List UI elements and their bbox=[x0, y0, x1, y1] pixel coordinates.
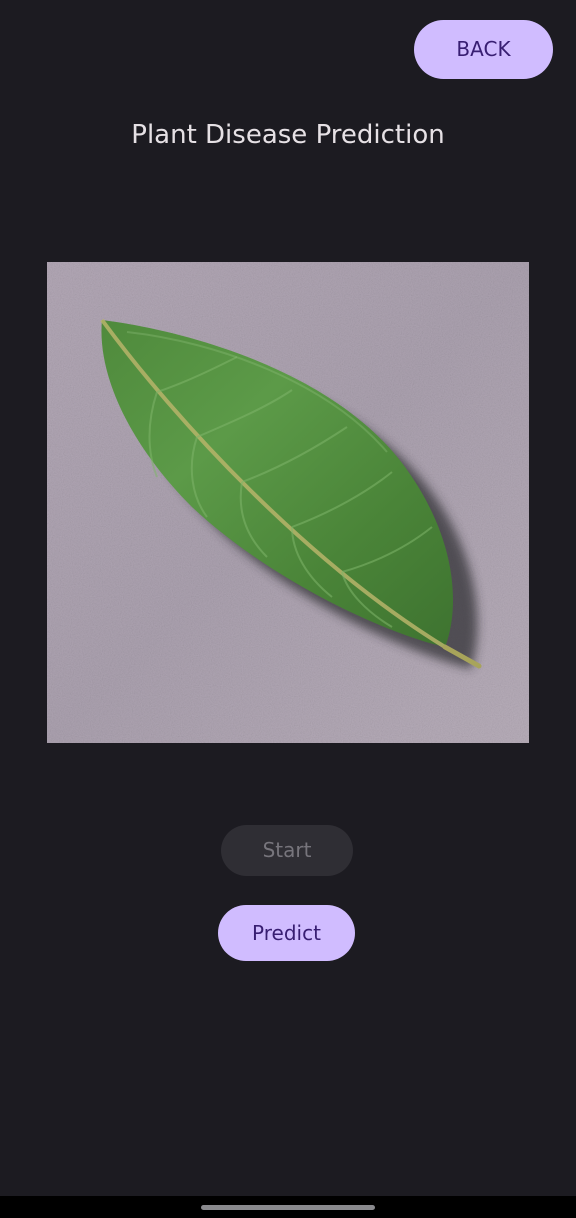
predict-button[interactable]: Predict bbox=[218, 905, 355, 961]
back-button[interactable]: BACK bbox=[414, 20, 553, 79]
leaf-photo bbox=[47, 262, 529, 743]
page-title: Plant Disease Prediction bbox=[131, 120, 445, 150]
gesture-handle[interactable] bbox=[201, 1205, 375, 1210]
system-nav-bar bbox=[0, 1196, 576, 1218]
start-button[interactable]: Start bbox=[221, 825, 353, 876]
app-screen: BACK Plant Disease Prediction Start Pred… bbox=[0, 0, 576, 1218]
